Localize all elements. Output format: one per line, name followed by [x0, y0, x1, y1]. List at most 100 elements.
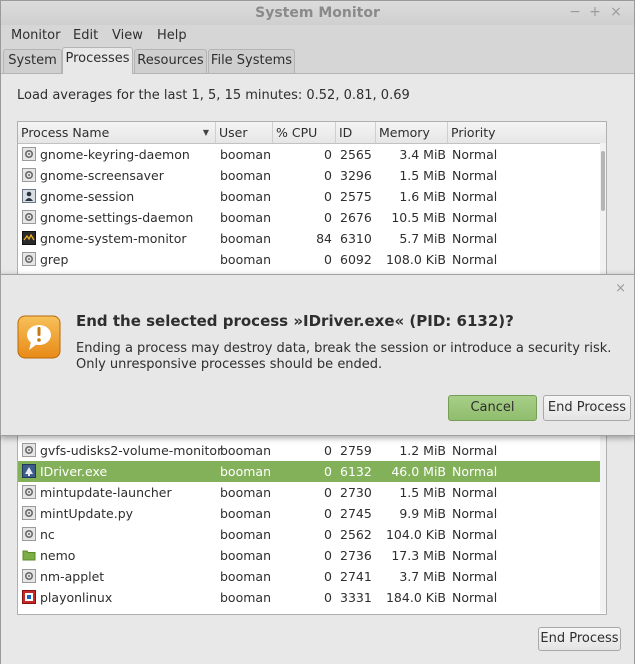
cell-process-name: gnome-session [40, 189, 135, 204]
end-process-dialog: × End the selected process »IDriver.exe«… [0, 274, 635, 436]
table-row[interactable]: gnome-session booman 0 2575 1.6 MiB Normal [18, 186, 606, 207]
cell-memory: 104.0 KiB [385, 527, 446, 542]
cell-cpu: 0 [324, 569, 332, 584]
dialog-message: Ending a process may destroy data, break… [76, 341, 612, 372]
cell-priority: Normal [452, 168, 498, 183]
cell-priority: Normal [452, 210, 498, 225]
cancel-button[interactable]: Cancel [448, 395, 537, 421]
cell-process-name: gnome-keyring-daemon [40, 147, 190, 162]
cell-memory: 1.5 MiB [399, 485, 446, 500]
cell-process-name: gnome-screensaver [40, 168, 164, 183]
cell-pid: 2575 [340, 189, 372, 204]
scrollbar-thumb[interactable] [601, 151, 605, 211]
table-row[interactable]: mintUpdate.py booman 0 2745 9.9 MiB Normal [18, 503, 606, 524]
cell-memory: 1.2 MiB [399, 443, 446, 458]
column-cpu[interactable]: % CPU [273, 122, 336, 143]
cell-process-name: mintUpdate.py [40, 506, 134, 521]
cell-cpu: 0 [324, 210, 332, 225]
column-priority[interactable]: Priority [448, 122, 606, 143]
maximize-button[interactable]: + [587, 4, 603, 20]
gear-icon [22, 443, 36, 457]
cell-process-name: IDriver.exe [40, 464, 108, 479]
pol-icon [22, 590, 36, 604]
table-row[interactable]: mintupdate-launcher booman 0 2730 1.5 MiB Nor… [18, 482, 606, 503]
cell-process-name: gnome-system-monitor [40, 231, 187, 246]
cell-process-name: gvfs-udisks2-volume-monitor [40, 443, 223, 458]
table-row[interactable]: nemo booman 0 2736 17.3 MiB Normal [18, 545, 606, 566]
table-row[interactable]: nc booman 0 2562 104.0 KiB Normal [18, 524, 606, 545]
folder-icon [22, 548, 36, 562]
cell-cpu: 0 [324, 506, 332, 521]
menu-monitor[interactable]: Monitor [11, 28, 60, 43]
table-row[interactable]: playonlinux booman 0 3331 184.0 KiB Normal [18, 587, 606, 608]
table-row[interactable]: grep booman 0 6092 108.0 KiB Normal [18, 249, 606, 270]
menu-help[interactable]: Help [157, 28, 187, 43]
table-row[interactable]: gnome-screensaver booman 0 3296 1.5 MiB Norma… [18, 165, 606, 186]
cell-memory: 17.3 MiB [391, 548, 446, 563]
column-memory[interactable]: Memory [376, 122, 448, 143]
cell-priority: Normal [452, 527, 498, 542]
minimize-button[interactable]: − [567, 4, 583, 20]
cell-cpu: 84 [316, 231, 332, 246]
cell-cpu: 0 [324, 485, 332, 500]
column-process-name[interactable]: Process Name ▼ [18, 122, 216, 143]
cell-pid: 2759 [340, 443, 372, 458]
cell-user: booman [220, 527, 271, 542]
cell-memory: 3.7 MiB [399, 569, 446, 584]
cell-user: booman [220, 485, 271, 500]
cell-cpu: 0 [324, 527, 332, 542]
tab-processes[interactable]: Processes [62, 47, 133, 74]
end-process-button[interactable]: End Process [538, 627, 621, 651]
cell-cpu: 0 [324, 189, 332, 204]
cell-user: booman [220, 464, 271, 479]
column-id[interactable]: ID [336, 122, 376, 143]
table-row[interactable]: IDriver.exe booman 0 6132 46.0 MiB Normal [18, 461, 606, 482]
warning-speech-icon [17, 315, 61, 359]
cell-cpu: 0 [324, 252, 332, 267]
menu-edit[interactable]: Edit [73, 28, 98, 43]
cell-priority: Normal [452, 590, 498, 605]
cell-cpu: 0 [324, 168, 332, 183]
wine-icon [22, 464, 36, 478]
cell-memory: 9.9 MiB [399, 506, 446, 521]
tab-file-systems[interactable]: File Systems [208, 49, 295, 73]
tab-resources[interactable]: Resources [134, 49, 207, 73]
cell-process-name: playonlinux [40, 590, 113, 605]
cell-priority: Normal [452, 147, 498, 162]
column-process-name-label: Process Name [21, 125, 110, 140]
menu-view[interactable]: View [112, 28, 143, 43]
title-bar[interactable]: System Monitor − + × [1, 1, 634, 25]
dialog-close-icon[interactable]: × [615, 281, 626, 296]
tab-system[interactable]: System [3, 49, 62, 73]
column-user[interactable]: User [216, 122, 273, 143]
load-averages: Load averages for the last 1, 5, 15 minu… [17, 88, 410, 103]
cell-pid: 6310 [340, 231, 372, 246]
table-row[interactable]: gvfs-udisks2-volume-monitor booman 0 2759 1.… [18, 440, 606, 461]
cell-process-name: nc [40, 527, 55, 542]
cell-memory: 5.7 MiB [399, 231, 446, 246]
cell-user: booman [220, 590, 271, 605]
table-row[interactable]: gnome-keyring-daemon booman 0 2565 3.4 MiB No… [18, 144, 606, 165]
cell-process-name: nemo [40, 548, 76, 563]
cell-pid: 2745 [340, 506, 372, 521]
cell-process-name: gnome-settings-daemon [40, 210, 194, 225]
gear-icon [22, 569, 36, 583]
gear-icon [22, 147, 36, 161]
cell-memory: 184.0 KiB [385, 590, 446, 605]
table-row[interactable]: gnome-settings-daemon booman 0 2676 10.5 MiB… [18, 207, 606, 228]
gear-icon [22, 168, 36, 182]
window-title: System Monitor [255, 5, 380, 21]
cell-cpu: 0 [324, 147, 332, 162]
cell-memory: 1.5 MiB [399, 168, 446, 183]
confirm-end-process-button[interactable]: End Process [543, 395, 631, 421]
cell-priority: Normal [452, 443, 498, 458]
close-button[interactable]: × [608, 4, 624, 20]
dialog-title: End the selected process »IDriver.exe« (… [76, 312, 514, 330]
table-row[interactable]: gnome-system-monitor booman 84 6310 5.7 MiB N… [18, 228, 606, 249]
cell-pid: 2736 [340, 548, 372, 563]
cell-user: booman [220, 189, 271, 204]
gear-icon [22, 506, 36, 520]
cell-priority: Normal [452, 506, 498, 521]
cell-priority: Normal [452, 569, 498, 584]
table-row[interactable]: nm-applet booman 0 2741 3.7 MiB Normal [18, 566, 606, 587]
